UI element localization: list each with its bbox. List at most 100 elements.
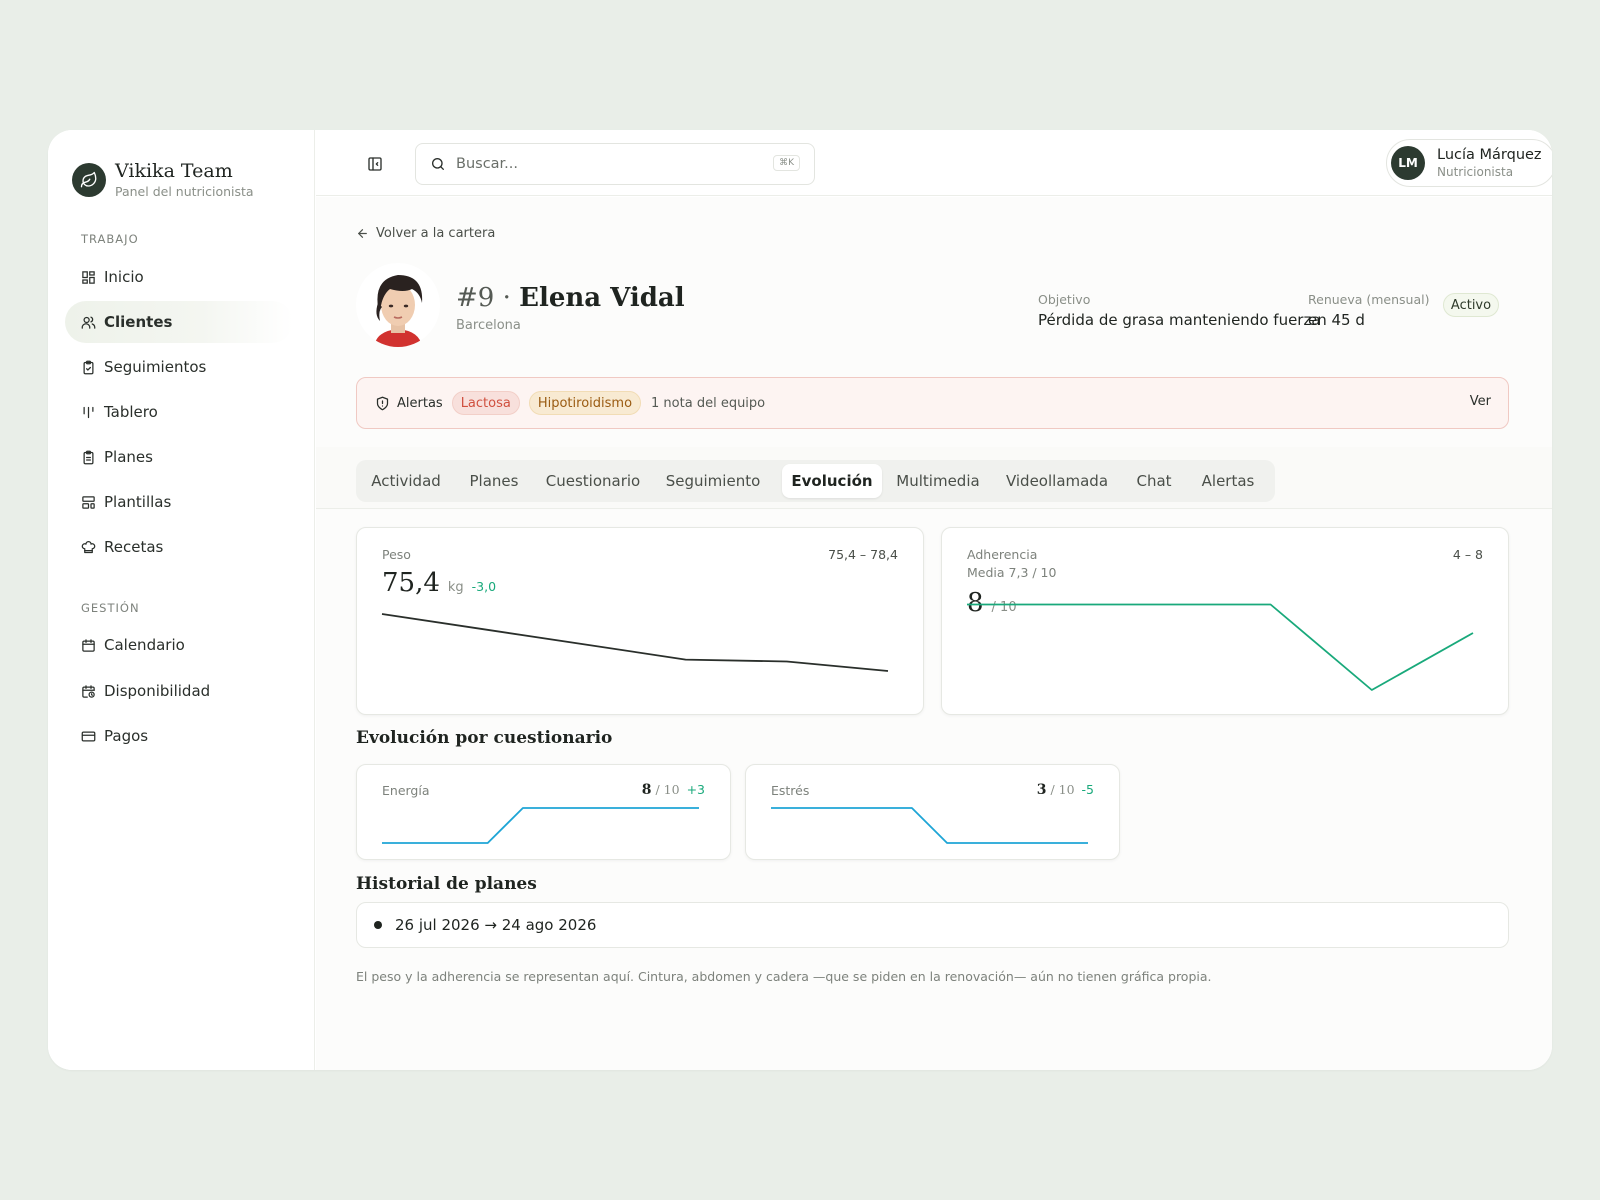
tab-chat[interactable]: Chat: [1124, 464, 1184, 498]
sidebar-item-label: Pagos: [104, 727, 149, 745]
tab-multimedia[interactable]: Multimedia: [886, 464, 990, 498]
history-section-title: Historial de planes: [356, 874, 537, 894]
clipboard-check-icon: [83, 360, 94, 374]
user-role: Nutricionista: [1437, 165, 1514, 179]
grid-icon: [82, 270, 95, 284]
users-icon: [81, 316, 96, 329]
tabs-bar: Actividad Planes Cuestionario Seguimient…: [316, 447, 1552, 509]
goal-label: Objetivo: [1038, 292, 1091, 307]
goal-value: Pérdida de grasa manteniendo fuerza: [1038, 311, 1321, 329]
plan-history-item[interactable]: 26 jul 2026 → 24 ago 2026: [356, 902, 1509, 948]
tab-actividad[interactable]: Actividad: [360, 464, 452, 498]
tab-seguimiento[interactable]: Seguimiento: [654, 464, 772, 498]
avatar: LM: [1391, 146, 1425, 180]
search-placeholder: Buscar...: [456, 156, 519, 172]
sidebar: Vikika Team Panel del nutricionista TRAB…: [48, 130, 315, 1070]
sidebar-item-disponibilidad[interactable]: Disponibilidad: [65, 670, 293, 712]
client-name: Elena Vidal: [519, 283, 685, 313]
tab-evolucion[interactable]: Evolución: [782, 464, 882, 498]
search-input[interactable]: Buscar... ⌘K: [415, 143, 815, 185]
sidebar-item-plantillas[interactable]: Plantillas: [65, 481, 293, 523]
renewal-value: en 45 d: [1308, 311, 1365, 329]
calendar-clock-icon: [82, 684, 95, 698]
sidebar-item-label: Recetas: [104, 538, 164, 556]
sidebar-item-label: Seguimientos: [104, 358, 207, 376]
weight-card: Peso 75,4 – 78,4 75,4 kg -3,0: [356, 527, 924, 715]
user-menu[interactable]: LM Lucía Márquez Nutricionista: [1386, 139, 1552, 187]
arrow-left-icon: [358, 229, 367, 238]
tab-videollamada[interactable]: Videollamada: [994, 464, 1120, 498]
bullet-dot-icon: [374, 921, 382, 929]
stress-line-chart: [771, 807, 1088, 844]
sidebar-item-tablero[interactable]: Tablero: [65, 391, 293, 433]
questionnaire-section-title: Evolución por cuestionario: [356, 728, 613, 748]
sidebar-item-label: Inicio: [104, 268, 144, 286]
sidebar-item-label: Planes: [104, 448, 153, 466]
client-city: Barcelona: [456, 318, 521, 333]
main-content: Volver a la cartera #9 · Elena Vidal Bar…: [316, 197, 1552, 1070]
alerts-bar: Alertas Lactosa Hipotiroidismo 1 nota de…: [356, 377, 1509, 429]
sidebar-item-label: Plantillas: [104, 493, 172, 511]
layout-icon: [82, 495, 95, 509]
shield-alert-icon: [376, 396, 389, 410]
adherence-line-chart: [967, 603, 1474, 691]
sidebar-item-pagos[interactable]: Pagos: [65, 715, 293, 757]
weight-series-line: [381, 613, 889, 672]
sidebar-item-inicio[interactable]: Inicio: [65, 256, 293, 298]
weight-line-chart: [381, 613, 889, 672]
status-badge: Activo: [1443, 293, 1499, 317]
client-title: #9 · Elena Vidal: [456, 283, 685, 313]
sidebar-toggle-button[interactable]: [363, 152, 387, 176]
user-name: Lucía Márquez: [1437, 147, 1542, 163]
sidebar-item-label: Disponibilidad: [104, 682, 211, 700]
clipboard-icon: [83, 450, 94, 464]
nav-section-management: GESTIÓN: [81, 601, 140, 615]
plan-history-dates: 26 jul 2026 → 24 ago 2026: [395, 916, 597, 934]
tab-cuestionario[interactable]: Cuestionario: [536, 464, 650, 498]
alerts-view-link[interactable]: Ver: [1470, 394, 1491, 409]
tab-planes[interactable]: Planes: [456, 464, 532, 498]
energy-card: Energía 8 / 10 +3: [356, 764, 731, 860]
stress-card: Estrés 3 / 10 -5: [745, 764, 1120, 860]
columns-icon: [83, 406, 94, 418]
client-number: #9: [456, 283, 495, 313]
adherence-card: Adherencia Media 7,3 / 10 4 – 8 8 / 10: [941, 527, 1509, 715]
alert-tag-lactosa: Lactosa: [451, 391, 520, 415]
sidebar-item-label: Tablero: [104, 403, 158, 421]
credit-card-icon: [81, 731, 96, 741]
tabs: Actividad Planes Cuestionario Seguimient…: [356, 460, 1275, 502]
sidebar-item-calendario[interactable]: Calendario: [65, 624, 293, 666]
client-photo: [356, 263, 440, 347]
adherence-series-line: [967, 603, 1474, 691]
search-icon: [432, 158, 444, 170]
energy-series-line: [382, 807, 699, 844]
client-separator: ·: [502, 283, 511, 313]
back-link[interactable]: Volver a la cartera: [356, 226, 495, 241]
sidebar-item-label: Calendario: [104, 636, 185, 654]
panel-collapse-icon: [368, 157, 382, 171]
sidebar-item-label: Clientes: [104, 313, 173, 331]
stress-series-line: [771, 807, 1088, 844]
brand-name: Vikika Team: [115, 160, 233, 182]
renewal-label: Renueva (mensual): [1308, 292, 1430, 307]
footnote: El peso y la adherencia se representan a…: [356, 969, 1212, 984]
leaf-logo-icon: [72, 162, 106, 197]
brand-subtitle: Panel del nutricionista: [115, 184, 254, 199]
topbar: Buscar... ⌘K LM Lucía Márquez Nutricioni…: [316, 130, 1552, 196]
sidebar-item-planes[interactable]: Planes: [65, 436, 293, 478]
energy-line-chart: [382, 807, 699, 844]
alerts-note: 1 nota del equipo: [651, 395, 766, 411]
search-shortcut-badge: ⌘K: [773, 155, 800, 171]
sidebar-item-clientes[interactable]: Clientes: [65, 301, 293, 343]
nav-section-work: TRABAJO: [81, 232, 139, 246]
sidebar-item-seguimientos[interactable]: Seguimientos: [65, 346, 293, 388]
back-link-label: Volver a la cartera: [376, 226, 496, 241]
app-window: Vikika Team Panel del nutricionista TRAB…: [48, 130, 1552, 1070]
calendar-icon: [82, 638, 95, 652]
sidebar-item-recetas[interactable]: Recetas: [65, 526, 293, 568]
alerts-label: Alertas: [397, 395, 443, 411]
tab-alertas[interactable]: Alertas: [1188, 464, 1268, 498]
chef-hat-icon: [81, 540, 96, 553]
brand[interactable]: Vikika Team Panel del nutricionista: [72, 160, 254, 199]
alert-tag-hipotiroidismo: Hipotiroidismo: [528, 391, 642, 415]
